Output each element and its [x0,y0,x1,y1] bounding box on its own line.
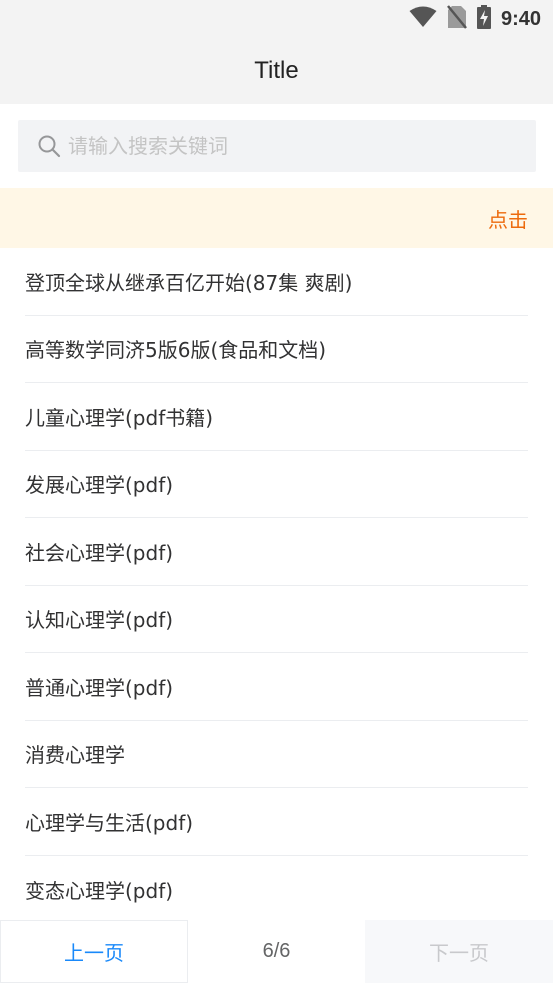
search-icon [36,133,62,159]
list-item[interactable]: 普通心理学(pdf) [25,653,528,721]
search-box[interactable] [18,120,536,172]
list-item[interactable]: 高等数学同济5版6版(食品和文档) [25,316,528,383]
page-indicator: 6/6 [188,920,365,983]
list-item[interactable]: 登顶全球从继承百亿开始(87集 爽剧) [25,248,528,316]
list-item[interactable]: 社会心理学(pdf) [25,518,528,586]
notice-action-button[interactable]: 点击 [488,204,528,233]
list-item[interactable]: 儿童心理学(pdf书籍) [25,383,528,451]
pagination: 上一页 6/6 下一页 [0,920,553,983]
list-item[interactable]: 发展心理学(pdf) [25,451,528,518]
no-sim-icon [447,5,467,33]
list-item[interactable]: 心理学与生活(pdf) [25,788,528,856]
status-bar: 9:40 [0,0,553,38]
prev-page-button[interactable]: 上一页 [0,920,188,983]
list-item[interactable]: 变态心理学(pdf) [25,856,528,921]
battery-charging-icon [476,5,491,33]
page-title: Title [254,57,299,84]
search-bar [0,104,553,188]
next-page-button: 下一页 [365,920,553,983]
status-time: 9:40 [500,7,541,30]
notice-bar: 点击 [0,188,553,248]
list-item[interactable]: 消费心理学 [25,721,528,788]
wifi-icon [409,6,437,32]
status-icons: 9:40 [409,5,541,33]
search-input[interactable] [68,126,536,166]
resource-list: 登顶全球从继承百亿开始(87集 爽剧) 高等数学同济5版6版(食品和文档) 儿童… [0,248,553,920]
list-item[interactable]: 认知心理学(pdf) [25,586,528,653]
app-bar: Title [0,38,553,104]
